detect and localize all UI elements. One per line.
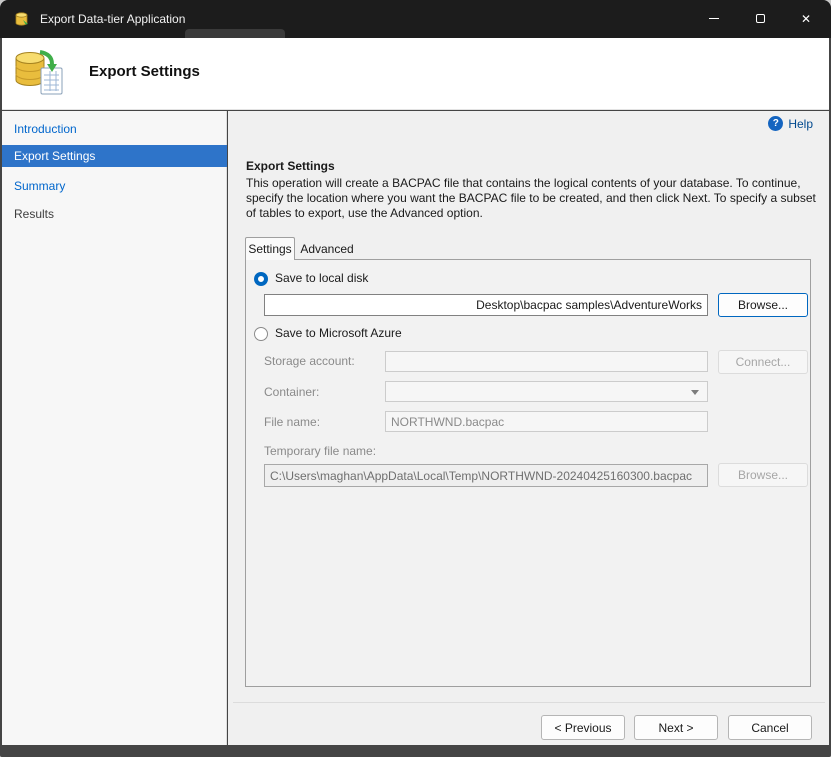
help-link[interactable]: ? Help: [768, 116, 813, 131]
cancel-button[interactable]: Cancel: [728, 715, 812, 740]
titlebar-remnant-artifact: [185, 29, 285, 38]
maximize-icon: [756, 14, 765, 23]
next-button[interactable]: Next >: [634, 715, 718, 740]
main-content: ? Help Export Settings This operation wi…: [228, 111, 829, 745]
temporary-file-name-input: [264, 464, 708, 487]
close-button[interactable]: ✕: [783, 0, 829, 37]
help-label: Help: [788, 117, 813, 131]
footer-divider: [233, 702, 825, 703]
chevron-down-icon: [691, 390, 699, 395]
titlebar[interactable]: Export Data-tier Application ✕: [0, 0, 831, 38]
file-name-input: [385, 411, 708, 432]
local-disk-browse-button[interactable]: Browse...: [718, 293, 808, 317]
temporary-file-browse-button: Browse...: [718, 463, 808, 487]
minimize-icon: [709, 18, 719, 19]
storage-account-input: [385, 351, 708, 372]
sidebar-item-results: Results: [2, 203, 227, 225]
window-controls: ✕: [691, 0, 829, 37]
container-label: Container:: [264, 385, 319, 399]
tab-advanced[interactable]: Advanced: [295, 240, 359, 259]
save-azure-label[interactable]: Save to Microsoft Azure: [275, 326, 402, 340]
app-database-icon: [13, 11, 30, 28]
minimize-button[interactable]: [691, 0, 737, 37]
save-azure-radio[interactable]: [254, 327, 268, 341]
container-dropdown: [385, 381, 708, 402]
maximize-button[interactable]: [737, 0, 783, 37]
export-bacpac-icon: [10, 48, 72, 100]
wizard-steps-sidebar: Introduction Export Settings Summary Res…: [2, 111, 227, 745]
file-name-label: File name:: [264, 415, 320, 429]
connect-button: Connect...: [718, 350, 808, 374]
section-description: This operation will create a BACPAC file…: [246, 176, 816, 221]
section-heading: Export Settings: [246, 159, 335, 173]
save-local-disk-label[interactable]: Save to local disk: [275, 271, 368, 285]
window-title: Export Data-tier Application: [40, 12, 185, 26]
save-local-disk-radio[interactable]: [254, 272, 268, 286]
sidebar-item-export-settings[interactable]: Export Settings: [2, 145, 227, 167]
temporary-file-name-label: Temporary file name:: [264, 444, 376, 458]
local-disk-path-input[interactable]: [264, 294, 708, 316]
sidebar-item-introduction[interactable]: Introduction: [2, 118, 227, 140]
tab-settings[interactable]: Settings: [245, 237, 295, 260]
storage-account-label: Storage account:: [264, 354, 355, 368]
wizard-header: Export Settings: [2, 38, 829, 110]
help-icon: ?: [768, 116, 783, 131]
sidebar-item-summary[interactable]: Summary: [2, 175, 227, 197]
close-icon: ✕: [801, 13, 811, 25]
page-title: Export Settings: [89, 63, 200, 80]
previous-button[interactable]: < Previous: [541, 715, 625, 740]
export-wizard-window: Export Data-tier Application ✕ Export Se…: [0, 0, 831, 757]
settings-tab-panel: Save to local disk Browse... Save to Mic…: [245, 259, 811, 687]
